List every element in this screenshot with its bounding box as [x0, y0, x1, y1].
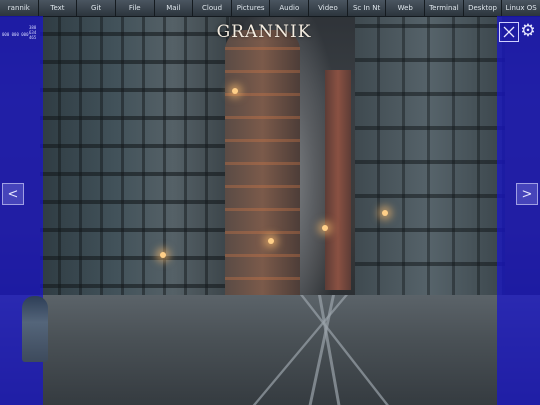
- brand-title: GRANNIK: [216, 22, 312, 42]
- menu-item-video[interactable]: Video: [309, 0, 348, 16]
- street-lamp: [382, 210, 388, 216]
- menu-item-web[interactable]: Web: [386, 0, 426, 16]
- stat-line: 465: [29, 35, 37, 40]
- menu-item-text[interactable]: Text: [39, 0, 78, 16]
- background-image: [0, 0, 540, 405]
- street: [0, 295, 540, 405]
- spire: [325, 70, 351, 290]
- figure-silhouette: [22, 296, 48, 362]
- close-glyph: [503, 26, 515, 38]
- next-button[interactable]: >: [516, 183, 538, 205]
- menu-item-grannik[interactable]: rannik: [0, 0, 39, 16]
- left-building: [40, 0, 230, 340]
- menu-item-audio[interactable]: Audio: [270, 0, 310, 16]
- menu-item-sc-in-nt[interactable]: Sc In Nt: [348, 0, 387, 16]
- menu-item-terminal[interactable]: Terminal: [425, 0, 464, 16]
- previous-button[interactable]: <: [2, 183, 24, 205]
- stat-line: 000 000 000: [2, 32, 29, 37]
- right-building: [355, 0, 505, 330]
- street-lamp: [268, 238, 274, 244]
- street-lamp: [232, 88, 238, 94]
- street-lamp: [160, 252, 166, 258]
- menu-item-linux-os[interactable]: Linux OS: [502, 0, 540, 16]
- menu-item-pictures[interactable]: Pictures: [232, 0, 271, 16]
- system-stats: 388 634 000 000 000 465: [0, 25, 42, 45]
- close-icon[interactable]: [499, 22, 519, 42]
- central-tower: [225, 30, 300, 300]
- menu-item-git[interactable]: Git: [77, 0, 116, 16]
- top-menu-bar: rannik Text Git File Mail Cloud Pictures…: [0, 0, 540, 17]
- menu-item-desktop[interactable]: Desktop: [464, 0, 503, 16]
- menu-item-mail[interactable]: Mail: [155, 0, 194, 16]
- street-lamp: [322, 225, 328, 231]
- menu-item-cloud[interactable]: Cloud: [193, 0, 232, 16]
- gear-icon[interactable]: ⚙: [519, 22, 537, 40]
- right-side-panel: [497, 16, 540, 405]
- menu-item-file[interactable]: File: [116, 0, 155, 16]
